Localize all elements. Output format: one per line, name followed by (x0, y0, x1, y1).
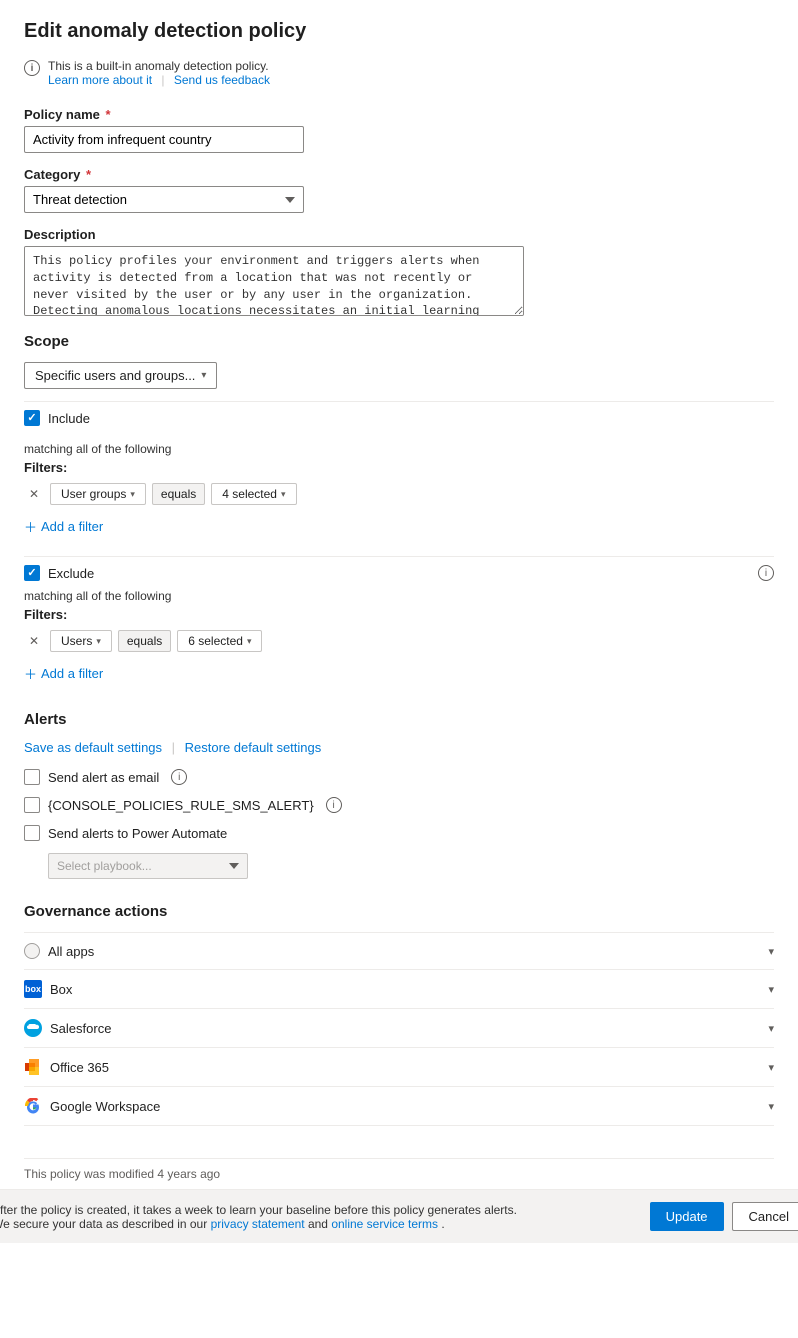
include-filter-field[interactable]: User groups ▾ (50, 483, 146, 505)
footer-note: After the policy is created, it takes a … (0, 1203, 517, 1231)
category-select[interactable]: Threat detection (24, 186, 304, 213)
alerts-links: Save as default settings | Restore defau… (24, 740, 774, 755)
add-include-filter-button[interactable]: ＋ Add a filter (24, 513, 103, 540)
playbook-select[interactable]: Select playbook... (48, 853, 248, 879)
governance-item-office365[interactable]: Office 365 ▾ (24, 1047, 774, 1086)
privacy-statement-link[interactable]: privacy statement (211, 1217, 305, 1231)
footer-section: This policy was modified 4 years ago (24, 1158, 774, 1181)
google-workspace-label: Google Workspace (50, 1099, 160, 1114)
exclude-info-icon[interactable]: i (758, 565, 774, 581)
sms-alert-checkbox[interactable] (24, 797, 40, 813)
send-email-label: Send alert as email (48, 770, 159, 785)
footer-actions: Update Cancel (650, 1202, 798, 1231)
scope-dropdown-chevron: ▾ (201, 370, 206, 381)
policy-name-input[interactable] (24, 126, 304, 153)
include-filter-remove[interactable]: ✕ (24, 484, 44, 504)
sms-alert-row: {CONSOLE_POLICIES_RULE_SMS_ALERT} i (24, 797, 774, 813)
add-exclude-filter-button[interactable]: ＋ Add a filter (24, 660, 103, 687)
page-title: Edit anomaly detection policy (24, 20, 774, 43)
governance-section: Governance actions All apps ▾ box Box ▾ (24, 903, 774, 1126)
include-filter-value[interactable]: 4 selected ▾ (211, 483, 296, 505)
box-chevron: ▾ (768, 983, 774, 996)
send-email-checkbox[interactable] (24, 769, 40, 785)
include-label: Include (48, 411, 90, 426)
power-automate-checkbox[interactable] (24, 825, 40, 841)
exclude-filters-label: Filters: (24, 607, 774, 622)
office365-label: Office 365 (50, 1060, 109, 1075)
include-field-chevron: ▾ (130, 489, 135, 500)
exclude-section: ✓ Exclude i (24, 556, 774, 581)
office365-icon (24, 1058, 42, 1076)
governance-title: Governance actions (24, 903, 774, 920)
exclude-filter-remove[interactable]: ✕ (24, 631, 44, 651)
exclude-checkbox[interactable]: ✓ (24, 565, 40, 581)
power-automate-label: Send alerts to Power Automate (48, 826, 227, 841)
include-value-chevron: ▾ (281, 489, 286, 500)
include-filter-operator: equals (152, 483, 205, 505)
exclude-matching-label: matching all of the following (24, 589, 774, 603)
category-field: Category * Threat detection (24, 167, 774, 213)
alerts-section: Alerts Save as default settings | Restor… (24, 711, 774, 879)
scope-title: Scope (24, 333, 774, 350)
salesforce-chevron: ▾ (768, 1022, 774, 1035)
include-matching-label: matching all of the following (24, 442, 774, 456)
all-apps-chevron: ▾ (768, 945, 774, 958)
exclude-filter-row: ✕ Users ▾ equals 6 selected ▾ (24, 630, 774, 652)
add-include-filter-plus: ＋ (24, 517, 37, 536)
include-checkbox[interactable]: ✓ (24, 410, 40, 426)
description-textarea[interactable]: This policy profiles your environment an… (24, 246, 524, 316)
update-button[interactable]: Update (650, 1202, 724, 1231)
exclude-filter-operator: equals (118, 630, 171, 652)
restore-default-link[interactable]: Restore default settings (185, 740, 322, 755)
governance-item-google-workspace[interactable]: Google Workspace ▾ (24, 1086, 774, 1126)
sms-alert-info-icon[interactable]: i (326, 797, 342, 813)
scope-section: Scope Specific users and groups... ▾ ✓ I… (24, 333, 774, 687)
all-apps-label: All apps (48, 944, 94, 959)
exclude-filter-field[interactable]: Users ▾ (50, 630, 112, 652)
description-field: Description This policy profiles your en… (24, 227, 774, 319)
include-filter-row: ✕ User groups ▾ equals 4 selected ▾ (24, 483, 774, 505)
google-workspace-icon (24, 1097, 42, 1115)
box-icon: box (24, 980, 42, 998)
send-feedback-link[interactable]: Send us feedback (174, 73, 270, 87)
exclude-filter-value[interactable]: 6 selected ▾ (177, 630, 262, 652)
modified-text: This policy was modified 4 years ago (24, 1167, 774, 1181)
exclude-field-chevron: ▾ (96, 636, 101, 647)
include-row: ✓ Include (24, 401, 774, 434)
governance-item-box[interactable]: box Box ▾ (24, 969, 774, 1008)
policy-name-field: Policy name * (24, 107, 774, 153)
save-default-link[interactable]: Save as default settings (24, 740, 162, 755)
description-label: Description (24, 227, 774, 242)
category-label: Category * (24, 167, 774, 182)
add-exclude-filter-plus: ＋ (24, 664, 37, 683)
footer-bar: After the policy is created, it takes a … (0, 1189, 798, 1243)
info-banner: i This is a built-in anomaly detection p… (24, 59, 774, 87)
info-banner-text: This is a built-in anomaly detection pol… (48, 59, 269, 73)
send-email-row: Send alert as email i (24, 769, 774, 785)
governance-item-all-apps[interactable]: All apps ▾ (24, 932, 774, 969)
sms-alert-label: {CONSOLE_POLICIES_RULE_SMS_ALERT} (48, 798, 314, 813)
alerts-title: Alerts (24, 711, 774, 728)
all-apps-icon (24, 943, 40, 959)
google-workspace-chevron: ▾ (768, 1100, 774, 1113)
power-automate-row: Send alerts to Power Automate (24, 825, 774, 841)
salesforce-label: Salesforce (50, 1021, 111, 1036)
box-label: Box (50, 982, 72, 997)
exclude-value-chevron: ▾ (247, 636, 252, 647)
governance-item-salesforce[interactable]: Salesforce ▾ (24, 1008, 774, 1047)
send-email-info-icon[interactable]: i (171, 769, 187, 785)
online-service-terms-link[interactable]: online service terms (331, 1217, 438, 1231)
learn-more-link[interactable]: Learn more about it (48, 73, 152, 87)
office365-chevron: ▾ (768, 1061, 774, 1074)
include-filters-label: Filters: (24, 460, 774, 475)
policy-name-label: Policy name * (24, 107, 774, 122)
salesforce-icon (24, 1019, 42, 1037)
scope-dropdown[interactable]: Specific users and groups... ▾ (24, 362, 217, 389)
cancel-button[interactable]: Cancel (732, 1202, 798, 1231)
exclude-label: Exclude (48, 566, 750, 581)
info-icon: i (24, 60, 40, 76)
